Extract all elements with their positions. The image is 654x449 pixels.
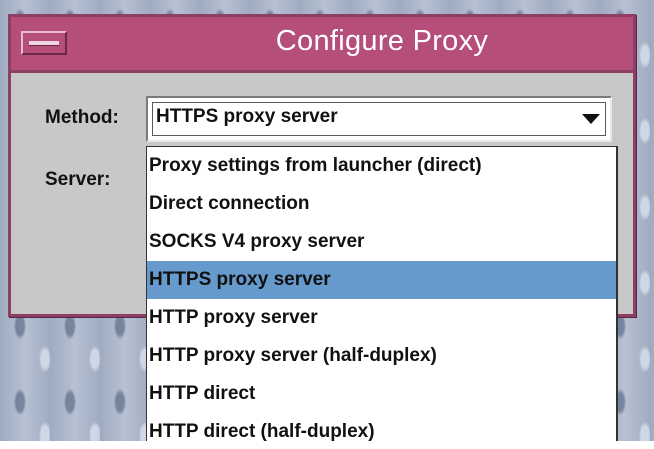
dropdown-option[interactable]: HTTP proxy server bbox=[147, 299, 616, 337]
dropdown-option[interactable]: SOCKS V4 proxy server bbox=[147, 223, 616, 261]
title-bar[interactable]: Configure Proxy bbox=[11, 17, 633, 73]
method-select[interactable]: HTTPS proxy server bbox=[146, 96, 612, 142]
server-label: Server: bbox=[45, 169, 111, 190]
dropdown-option[interactable]: Proxy settings from launcher (direct) bbox=[147, 147, 616, 185]
dropdown-option[interactable]: HTTP direct (half-duplex) bbox=[147, 413, 616, 443]
window-menu-icon bbox=[29, 41, 59, 46]
dropdown-option[interactable]: HTTP direct bbox=[147, 375, 616, 413]
window-menu-button[interactable] bbox=[21, 31, 67, 55]
screen-bottom-edge bbox=[0, 441, 654, 449]
dropdown-arrow-icon[interactable] bbox=[582, 114, 600, 124]
window-title: Configure Proxy bbox=[275, 25, 489, 57]
dropdown-option[interactable]: Direct connection bbox=[147, 185, 616, 223]
dropdown-option-selected[interactable]: HTTPS proxy server bbox=[147, 261, 616, 299]
method-dropdown-list: Proxy settings from launcher (direct) Di… bbox=[146, 146, 618, 444]
method-label: Method: bbox=[45, 107, 119, 128]
dropdown-option[interactable]: HTTP proxy server (half-duplex) bbox=[147, 337, 616, 375]
method-select-value: HTTPS proxy server bbox=[156, 106, 338, 127]
